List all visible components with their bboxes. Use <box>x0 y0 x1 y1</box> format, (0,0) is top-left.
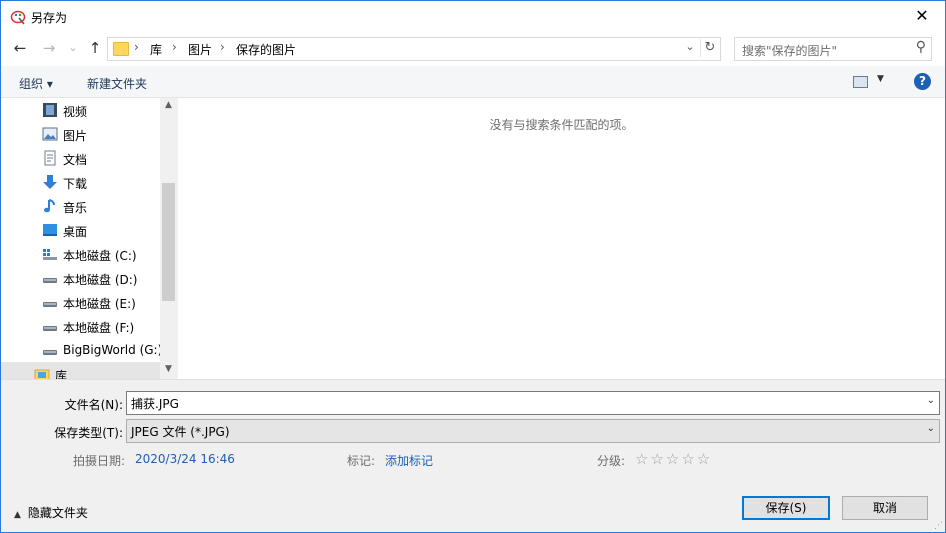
sidebar-item-music[interactable]: 音乐 <box>1 194 161 218</box>
video-icon <box>43 103 57 117</box>
window-title: 另存为 <box>31 11 68 25</box>
breadcrumb-separator: › <box>220 40 225 54</box>
sidebar-item-drive-f[interactable]: 本地磁盘 (F:) <box>1 314 161 338</box>
sidebar-item-label: 下载 <box>63 177 88 191</box>
help-icon[interactable]: ? <box>914 73 931 90</box>
breadcrumb-saved-pictures[interactable]: 保存的图片 <box>236 41 296 58</box>
empty-results-message: 没有与搜索条件匹配的项。 <box>489 118 634 132</box>
sidebar-scrollbar[interactable]: ▲ ▼ <box>160 98 177 379</box>
search-input[interactable]: 搜索"保存的图片" ⚲ <box>734 37 932 61</box>
add-tag-link[interactable]: 添加标记 <box>385 452 433 469</box>
sidebar-item-desktop[interactable]: 桌面 <box>1 218 161 242</box>
address-dropdown-icon[interactable]: ⌄ <box>682 40 698 53</box>
sidebar-item-drive-g[interactable]: BigBigWorld (G:) <box>1 338 163 362</box>
command-toolbar: 组织 ▾ 新建文件夹 ▼ ? <box>1 66 945 98</box>
music-icon <box>44 199 55 213</box>
sidebar-item-label: 图片 <box>63 129 88 143</box>
sidebar-item-drive-c[interactable]: 本地磁盘 (C:) <box>1 242 161 266</box>
filename-dropdown-icon[interactable]: ⌄ <box>927 395 935 406</box>
view-options-icon[interactable] <box>853 76 868 88</box>
file-list-pane[interactable]: 没有与搜索条件匹配的项。 <box>178 98 945 379</box>
collapse-caret-icon: ▲ <box>14 510 21 520</box>
paint-app-icon <box>10 10 26 25</box>
drive-icon <box>43 350 57 355</box>
downloads-icon <box>43 175 57 189</box>
sidebar-item-downloads[interactable]: 下载 <box>1 170 161 194</box>
sidebar-item-drive-e[interactable]: 本地磁盘 (E:) <box>1 290 161 314</box>
filename-value: 捕获.JPG <box>131 397 179 411</box>
sidebar-item-label: 音乐 <box>63 201 88 215</box>
breadcrumb-pictures[interactable]: 图片 <box>188 41 212 58</box>
sidebar-item-label: 本地磁盘 (F:) <box>63 321 135 335</box>
navigation-pane: 视频 图片 文档 下载 音乐 桌面 本地磁盘 (C:) 本地磁盘 (D:) 本地… <box>1 98 178 379</box>
refresh-icon[interactable]: ↻ <box>700 39 719 57</box>
filename-label: 文件名(N): <box>64 398 123 412</box>
drive-icon <box>43 278 57 283</box>
rating-label: 分级: <box>597 454 626 468</box>
filename-input[interactable]: 捕获.JPG ⌄ <box>126 391 940 415</box>
up-button[interactable]: ↑ <box>86 39 104 57</box>
hide-folders-label: 隐藏文件夹 <box>27 506 88 520</box>
organize-button[interactable]: 组织 ▾ <box>19 75 53 92</box>
forward-button[interactable]: → <box>40 39 58 57</box>
scrollbar-thumb[interactable] <box>162 183 175 301</box>
cancel-button[interactable]: 取消 <box>842 496 928 520</box>
filetype-label: 保存类型(T): <box>54 426 123 440</box>
hide-folders-toggle[interactable]: ▲ 隐藏文件夹 <box>14 504 88 521</box>
sidebar-item-libraries[interactable]: 库 <box>1 362 161 379</box>
sidebar-item-pictures[interactable]: 图片 <box>1 122 161 146</box>
sidebar-item-label: 本地磁盘 (E:) <box>63 297 136 311</box>
drive-icon <box>43 302 57 307</box>
view-dropdown-icon[interactable]: ▼ <box>877 74 884 84</box>
back-button[interactable]: ← <box>11 39 29 57</box>
scroll-down-icon[interactable]: ▼ <box>160 364 177 374</box>
sidebar-item-label: 文档 <box>63 153 88 167</box>
tags-label: 标记: <box>347 454 376 468</box>
close-button[interactable]: ✕ <box>899 1 945 32</box>
breadcrumb-library[interactable]: 库 <box>150 41 162 58</box>
sidebar-item-label: 库 <box>55 369 68 379</box>
search-icon[interactable]: ⚲ <box>916 39 926 55</box>
desktop-icon <box>43 224 57 236</box>
breadcrumb-separator: › <box>172 40 177 54</box>
date-taken-label: 拍摄日期: <box>73 454 126 468</box>
address-bar[interactable]: › 库 › 图片 › 保存的图片 ⌄ ↻ <box>107 37 721 61</box>
new-folder-button[interactable]: 新建文件夹 <box>87 75 147 92</box>
search-placeholder: 搜索"保存的图片" <box>742 44 838 58</box>
filetype-select[interactable]: JPEG 文件 (*.JPG) ⌄ <box>126 419 940 443</box>
navigation-bar: ← → ⌄ ↑ › 库 › 图片 › 保存的图片 ⌄ ↻ 搜索"保存的图片" ⚲ <box>1 34 945 64</box>
recent-locations-button[interactable]: ⌄ <box>64 39 82 57</box>
rating-stars[interactable]: ☆☆☆☆☆ <box>635 450 712 468</box>
sidebar-item-documents[interactable]: 文档 <box>1 146 161 170</box>
save-as-dialog: 另存为 ✕ ← → ⌄ ↑ › 库 › 图片 › 保存的图片 ⌄ ↻ 搜索"保存… <box>0 0 946 533</box>
title-bar: 另存为 ✕ <box>1 1 945 32</box>
documents-icon <box>44 150 56 166</box>
sidebar-item-label: BigBigWorld (G:) <box>63 343 163 357</box>
sidebar-item-label: 本地磁盘 (D:) <box>63 273 138 287</box>
save-form: 文件名(N): 捕获.JPG ⌄ 保存类型(T): JPEG 文件 (*.JPG… <box>1 379 945 532</box>
sidebar-item-label: 视频 <box>63 105 88 119</box>
sidebar-item-drive-d[interactable]: 本地磁盘 (D:) <box>1 266 161 290</box>
filetype-dropdown-icon[interactable]: ⌄ <box>927 423 935 434</box>
sidebar-item-videos[interactable]: 视频 <box>1 98 161 122</box>
drive-icon <box>43 326 57 331</box>
pictures-icon <box>42 127 58 141</box>
breadcrumb-separator: › <box>134 40 139 54</box>
date-taken-value[interactable]: 2020/3/24 16:46 <box>135 452 235 466</box>
sidebar-item-label: 本地磁盘 (C:) <box>63 249 137 263</box>
library-icon <box>34 369 50 379</box>
filetype-value: JPEG 文件 (*.JPG) <box>131 425 230 439</box>
scroll-up-icon[interactable]: ▲ <box>160 100 177 110</box>
resize-grip-icon[interactable]: ⋰ <box>934 521 943 531</box>
drive-c-icon <box>43 249 57 260</box>
sidebar-item-label: 桌面 <box>63 225 88 239</box>
save-button[interactable]: 保存(S) <box>742 496 830 520</box>
folder-icon <box>113 42 129 56</box>
